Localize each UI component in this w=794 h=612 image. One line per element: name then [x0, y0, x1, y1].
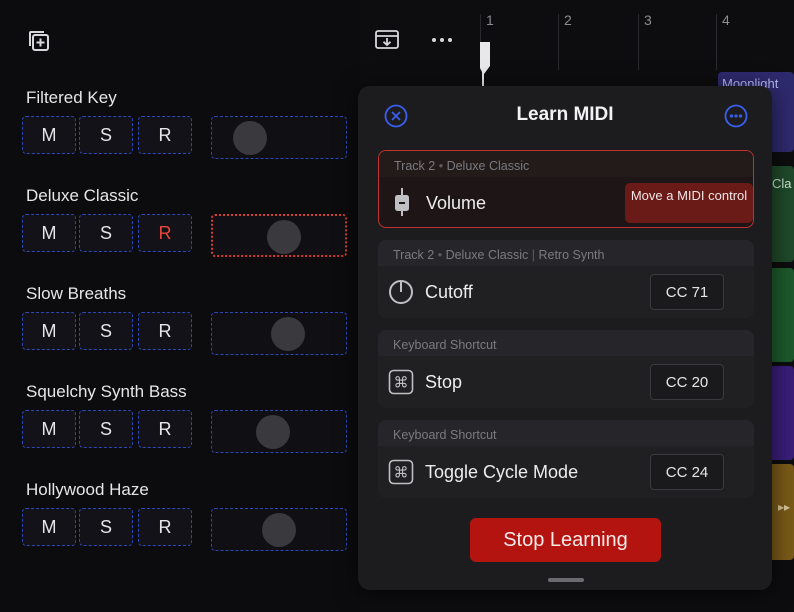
command-icon: ⌘	[388, 459, 414, 485]
knob-icon	[389, 280, 413, 304]
track-name: Slow Breaths	[26, 284, 127, 303]
mute-button[interactable]: M	[22, 116, 76, 154]
volume-slider[interactable]	[211, 410, 347, 453]
volume-slider[interactable]	[211, 116, 347, 159]
assignment-label: Stop	[425, 372, 463, 392]
track-name: Filtered Key	[26, 88, 117, 107]
solo-button[interactable]: S	[79, 410, 133, 448]
record-button[interactable]: R	[138, 508, 192, 546]
record-button[interactable]: R	[138, 410, 192, 448]
stop-learning-button[interactable]: Stop Learning	[470, 518, 661, 562]
region-label: Cla	[772, 176, 792, 191]
volume-slider-learning[interactable]	[211, 214, 347, 257]
panel-title: Learn MIDI	[516, 104, 614, 125]
track-name: Hollywood Haze	[26, 480, 149, 499]
solo-button[interactable]: S	[79, 214, 133, 252]
volume-knob[interactable]	[262, 513, 296, 547]
assignment-cutoff[interactable]: Track 2 • Deluxe Classic | Retro Synth C…	[378, 240, 754, 318]
bar-number: 1	[486, 12, 494, 28]
assignment-volume[interactable]: Track 2 • Deluxe Classic Volume Move a M…	[378, 150, 754, 228]
region-waveform-icon: ▸▸	[777, 500, 790, 514]
more-options-icon[interactable]	[724, 104, 748, 128]
assignment-source: Keyboard Shortcut	[393, 428, 497, 442]
cc-number[interactable]: CC 20	[650, 364, 724, 400]
volume-knob[interactable]	[232, 121, 267, 155]
track-deluxe-classic: Deluxe Classic M S R	[0, 186, 360, 284]
more-options-icon[interactable]	[428, 28, 456, 52]
mute-button[interactable]: M	[22, 214, 76, 252]
assignment-source: Track 2 • Deluxe Classic	[394, 159, 530, 173]
assignment-label: Cutoff	[425, 282, 473, 302]
track-squelchy-synth-bass: Squelchy Synth Bass M S R	[0, 382, 360, 480]
track-slow-breaths: Slow Breaths M S R	[0, 284, 360, 382]
command-icon: ⌘	[388, 369, 414, 395]
mute-button[interactable]: M	[22, 410, 76, 448]
bar-number: 3	[644, 12, 652, 28]
volume-slider[interactable]	[211, 508, 347, 551]
svg-text:⌘: ⌘	[394, 374, 409, 392]
solo-button[interactable]: S	[79, 312, 133, 350]
record-button[interactable]: R	[138, 312, 192, 350]
mute-button[interactable]: M	[22, 508, 76, 546]
assignment-label: Toggle Cycle Mode	[425, 462, 579, 482]
assignment-toggle-cycle-mode[interactable]: Keyboard Shortcut ⌘ Toggle Cycle Mode CC…	[378, 420, 754, 498]
cc-number[interactable]: CC 24	[650, 454, 724, 490]
volume-knob[interactable]	[256, 415, 291, 449]
record-button[interactable]: R	[138, 116, 192, 154]
assignment-source: Track 2 • Deluxe Classic | Retro Synth	[393, 248, 605, 262]
bar-number: 2	[564, 12, 572, 28]
assignment-source: Keyboard Shortcut	[393, 338, 497, 352]
playhead-handle[interactable]	[480, 42, 490, 86]
track-name: Squelchy Synth Bass	[26, 382, 187, 401]
svg-text:⌘: ⌘	[394, 464, 409, 482]
solo-button[interactable]: S	[79, 508, 133, 546]
track-filtered-key: Filtered Key M S R	[0, 88, 360, 186]
cc-number[interactable]: CC 71	[650, 274, 724, 310]
solo-button[interactable]: S	[79, 116, 133, 154]
learn-midi-panel: Learn MIDI Track 2 • Deluxe Classic Volu…	[358, 86, 772, 590]
mute-button[interactable]: M	[22, 312, 76, 350]
track-hollywood-haze: Hollywood Haze M S R	[0, 480, 360, 578]
track-headers: Filtered Key M S R Deluxe Classic M S R …	[0, 0, 360, 612]
timeline-ruler[interactable]: 1 2 3 4	[480, 0, 794, 70]
move-midi-control-prompt: Move a MIDI control	[625, 183, 753, 223]
assignment-stop[interactable]: Keyboard Shortcut ⌘ Stop CC 20	[378, 330, 754, 408]
volume-knob[interactable]	[271, 317, 306, 351]
record-button[interactable]: R	[138, 214, 192, 252]
assignment-label: Volume	[426, 193, 487, 213]
bar-number: 4	[722, 12, 730, 28]
duplicate-track-icon[interactable]	[26, 28, 52, 54]
volume-slider[interactable]	[211, 312, 347, 355]
import-icon[interactable]	[373, 28, 401, 52]
home-indicator[interactable]	[548, 578, 584, 582]
volume-knob[interactable]	[266, 220, 301, 254]
fader-icon	[395, 188, 409, 216]
track-name: Deluxe Classic	[26, 186, 139, 205]
